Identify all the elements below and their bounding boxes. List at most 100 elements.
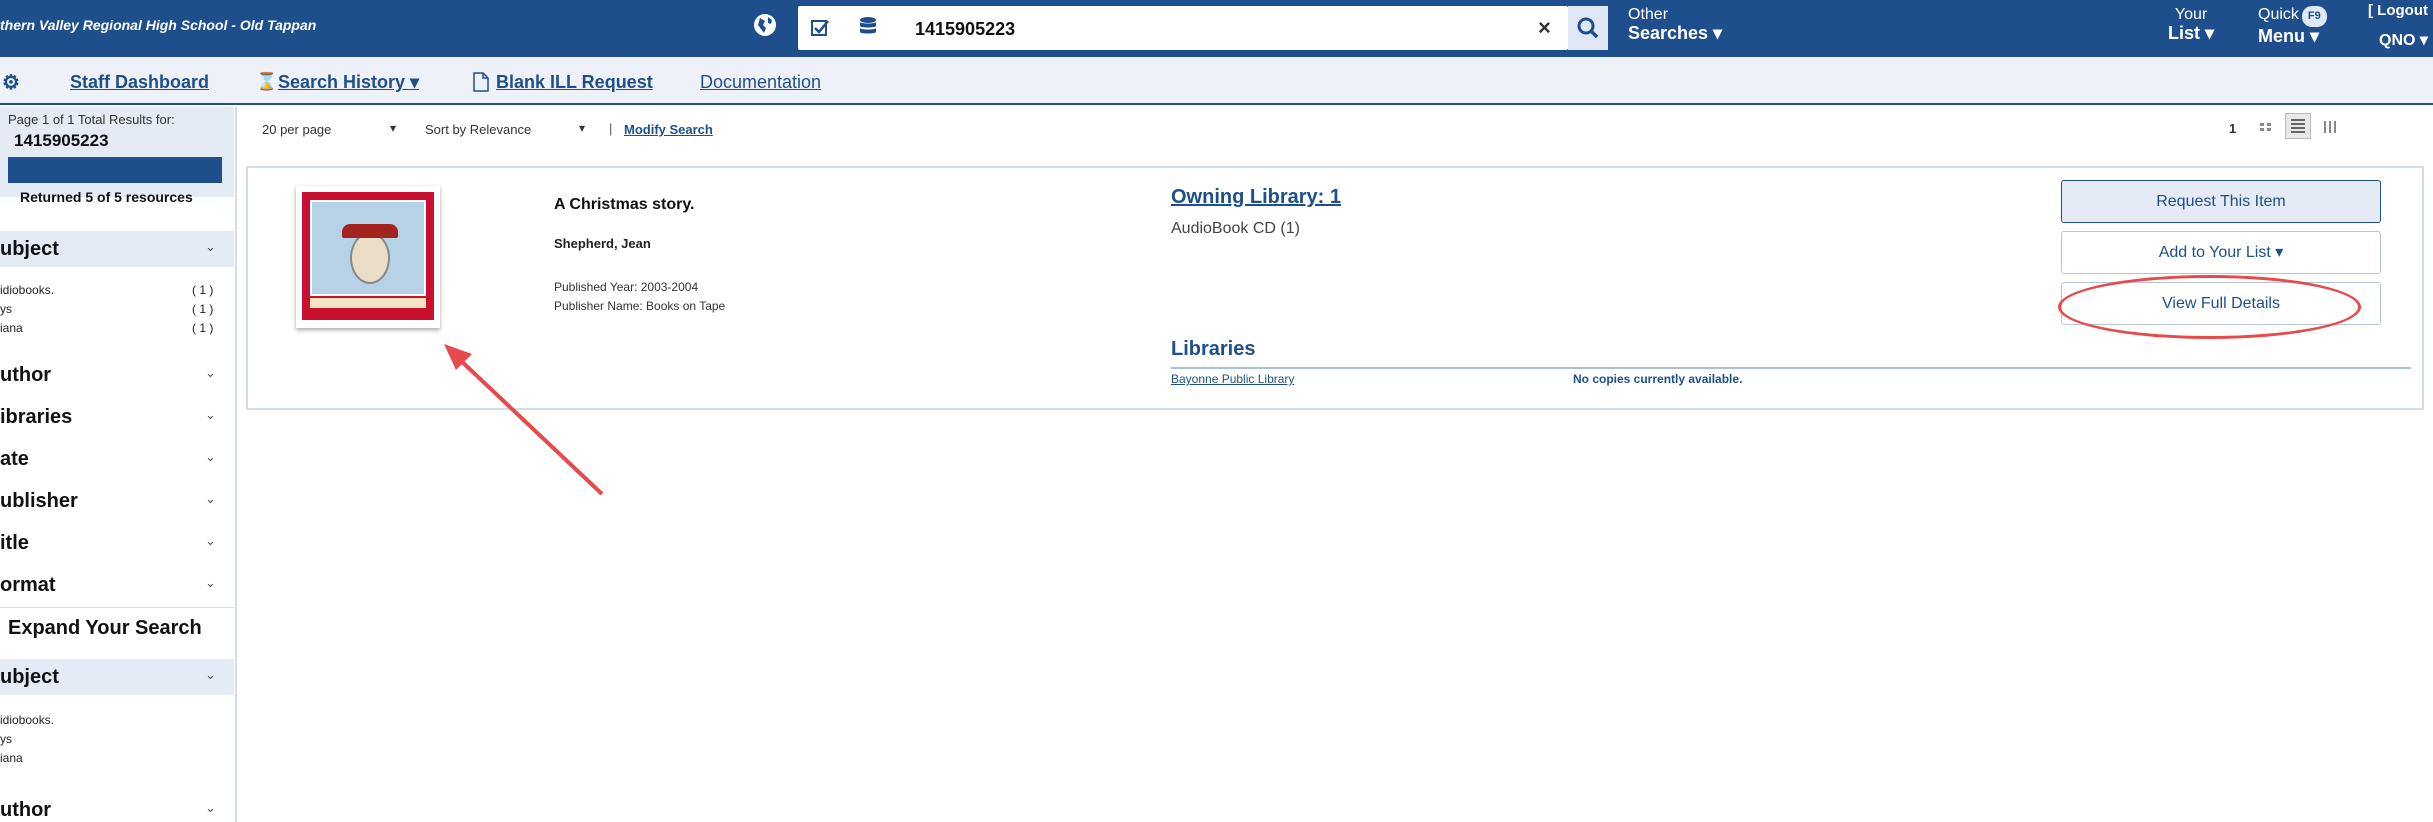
chevron-down-icon: ⌄ [205,575,216,590]
library-name-link[interactable]: Bayonne Public Library [1171,372,1294,386]
facet-item[interactable]: iana [0,321,23,335]
facet-subject[interactable]: ubject ⌄ [0,231,234,267]
owning-library-link[interactable]: Owning Library: 1 [1171,186,1341,209]
facet-label: ubject [0,238,59,260]
top-bar: thern Valley Regional High School - Old … [0,0,2433,57]
facet-label: ormat [0,574,56,596]
published-year: Published Year: 2003-2004 [554,280,699,294]
facet-label: ate [0,448,29,470]
checkbox-icon[interactable] [810,18,830,38]
clear-search-icon[interactable]: × [1538,15,1551,41]
chevron-down-icon: ⌄ [205,407,216,422]
libraries-divider [1171,367,2411,369]
chevron-down-icon: ⌄ [205,449,216,464]
chevron-down-icon: ⌄ [205,365,216,380]
sort-caret-icon[interactable]: ▾ [579,121,585,135]
chevron-down-icon: ⌄ [205,667,216,682]
your-list-sublabel: List ▾ [2168,23,2215,43]
results-toolbar: 20 per page ▾ Sort by Relevance ▾ | Modi… [240,107,2433,152]
result-title[interactable]: A Christmas story. [554,196,694,214]
quick-menu[interactable]: Quick F9 Menu ▾ [2258,5,2327,46]
facet-count: ( 1 ) [192,283,214,297]
expand-facet-subject[interactable]: ubject ⌄ [0,659,234,695]
cover-footer-strip [310,298,426,308]
book-cover-image[interactable] [296,186,440,328]
facet-label: uthor [0,364,52,386]
search-history-link[interactable]: Search History ▾ [278,72,419,93]
facet-publisher[interactable]: ublisher ⌄ [0,483,234,519]
facet-date[interactable]: ate ⌄ [0,441,234,477]
search-input[interactable]: 1415905223 [915,19,1015,40]
quick-menu-sublabel: Menu ▾ [2258,26,2320,46]
expand-facet-author[interactable]: uthor ⌄ [0,792,234,822]
cover-title-banner [342,224,398,238]
cover-artwork [310,200,426,296]
secondary-nav: ⚙ Staff Dashboard ⌛ Search History ▾ Bla… [0,57,2433,105]
facet-author[interactable]: uthor ⌄ [0,357,234,393]
result-author: Shepherd, Jean [554,236,651,251]
page-info: Page 1 of 1 Total Results for: [8,112,175,127]
facet-label: uthor [0,799,52,821]
screen: thern Valley Regional High School - Old … [0,0,2433,822]
school-name: thern Valley Regional High School - Old … [0,17,317,33]
search-button[interactable] [1568,6,1608,50]
chevron-down-icon: ⌄ [205,491,216,506]
chevron-down-icon: ⌄ [205,800,216,815]
libraries-heading: Libraries [1171,338,1256,360]
modify-search-link[interactable]: Modify Search [624,122,713,137]
request-item-button[interactable]: Request This Item [2061,180,2381,223]
query-text: 1415905223 [14,131,109,150]
facet-format[interactable]: ormat ⌄ [0,567,234,603]
staff-dashboard-link[interactable]: Staff Dashboard [70,72,209,93]
other-searches-menu[interactable]: Other Searches ▾ [1628,5,1722,43]
list-view-icon[interactable] [2285,113,2311,139]
page-number[interactable]: 1 [2229,121,2236,136]
grid-view-icon[interactable] [2257,117,2275,137]
blank-ill-request-link[interactable]: Blank ILL Request [496,72,653,93]
search-box: 1415905223 × [798,6,1568,50]
facet-label: ublisher [0,490,78,512]
facet-title[interactable]: itle ⌄ [0,525,234,561]
results-summary: Page 1 of 1 Total Results for: 141590522… [0,107,234,205]
facet-label: ibraries [0,406,73,428]
returned-count: Returned 5 of 5 resources [20,189,193,205]
facet-libraries[interactable]: ibraries ⌄ [0,399,234,435]
highlight-ellipse [2058,275,2361,339]
f9-badge: F9 [2301,6,2327,27]
facet-label: itle [0,532,29,554]
facet-count: ( 1 ) [192,302,214,316]
search-icon [1577,17,1599,39]
your-list-menu[interactable]: Your List ▾ [2168,5,2214,43]
format-text: AudioBook CD (1) [1171,220,1300,237]
facet-item[interactable]: iana [0,751,23,765]
chevron-down-icon: ⌄ [205,533,216,548]
per-page-select[interactable]: 20 per page [262,122,331,137]
quick-menu-label: Quick [2258,6,2299,23]
summary-bar [8,157,222,183]
per-page-caret-icon[interactable]: ▾ [390,121,396,135]
column-view-icon[interactable] [2321,117,2339,137]
other-searches-label: Other [1628,6,1669,23]
logout-link[interactable]: [ Logout [2368,2,2428,19]
database-icon[interactable] [858,16,878,38]
publisher-name: Publisher Name: Books on Tape [554,299,726,313]
gear-icon[interactable]: ⚙ [2,70,20,95]
facet-item[interactable]: ys [0,732,12,746]
facet-count: ( 1 ) [192,321,214,335]
globe-icon[interactable] [752,12,778,38]
facet-item[interactable]: idiobooks. [0,283,54,297]
user-menu[interactable]: QNO ▾ [2379,30,2428,50]
documentation-link[interactable]: Documentation [700,72,821,93]
facet-item[interactable]: ys [0,302,12,316]
other-searches-sublabel: Searches ▾ [1628,23,1723,43]
document-icon [473,72,489,92]
library-status: No copies currently available. [1573,372,1743,386]
facet-label: ubject [0,666,59,688]
sort-select[interactable]: Sort by Relevance [425,122,531,137]
hourglass-icon: ⌛ [256,72,278,91]
facet-sidebar: Page 1 of 1 Total Results for: 141590522… [0,107,237,822]
facet-item[interactable]: idiobooks. [0,713,54,727]
expand-search-heading: Expand Your Search [8,617,202,639]
cover-portrait [350,232,390,284]
add-to-list-button[interactable]: Add to Your List ▾ [2061,231,2381,274]
